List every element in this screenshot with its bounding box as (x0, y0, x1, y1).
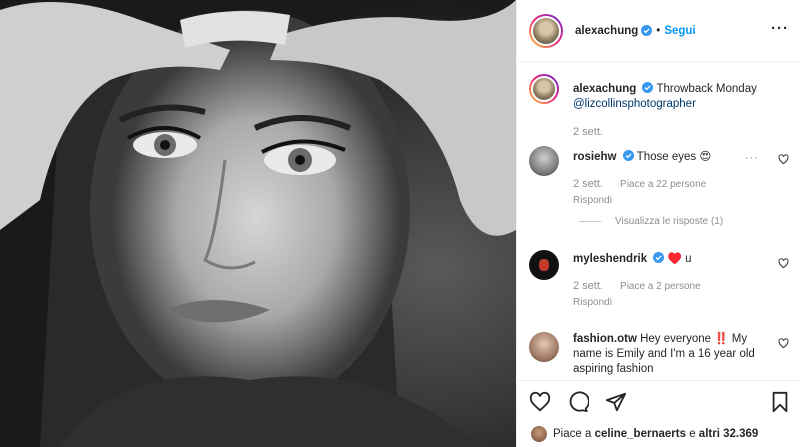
comment-text: fashion.otw Hey everyone ‼️ My name is E… (573, 332, 769, 377)
caption-time: 2 sett. (573, 126, 603, 138)
post-side-panel: alexachung • Segui ··· alexachung Throwb… (516, 0, 800, 447)
verified-badge-icon (642, 82, 654, 93)
caption-mention-link[interactable]: @lizcollinsphotographer (573, 98, 696, 110)
verified-badge-icon (622, 150, 634, 161)
comment-more-icon[interactable]: ··· (745, 152, 759, 164)
comment-icon[interactable] (567, 391, 589, 413)
comments-list[interactable]: alexachung Throwback Monday @lizcollinsp… (517, 62, 800, 380)
comment-text: rosiehw Those eyes 😍 (573, 150, 773, 165)
heart-icon[interactable] (778, 154, 789, 165)
liker-avatar[interactable] (531, 425, 547, 442)
verified-badge-icon (641, 25, 653, 36)
bookmark-icon[interactable] (769, 391, 791, 413)
reply-button[interactable]: Rispondi (573, 297, 612, 308)
comment-meta: 2 sett. Piace a 22 persone (573, 178, 720, 190)
caption-body: Throwback Monday (656, 83, 757, 95)
comment-meta: 2 sett. Piace a 2 persone (573, 280, 715, 292)
post-photo[interactable] (0, 0, 516, 447)
commenter-username[interactable]: myleshendrik (573, 253, 647, 265)
view-replies-label: Visualizza le risposte (1) (615, 216, 724, 227)
comment-item: rosiehw Those eyes 😍 ··· 2 sett. Piace a… (529, 146, 789, 236)
comment-body: Those eyes 😍 (636, 151, 712, 163)
likes-conjunction: e (689, 427, 696, 440)
likes-prefix: Piace a (553, 427, 592, 440)
likes-summary: Piace a celine_bernaerts e altri 32.369 (517, 420, 800, 447)
commenter-avatar[interactable] (529, 250, 559, 280)
heart-icon[interactable] (778, 338, 789, 349)
likes-count[interactable]: altri 32.369 (699, 428, 758, 440)
author-avatar[interactable] (529, 13, 563, 48)
verified-badge-icon (653, 252, 665, 263)
reply-button[interactable]: Rispondi (573, 195, 612, 206)
view-replies-button[interactable]: Visualizza le risposte (1) (579, 216, 723, 227)
comment-likes[interactable]: Piace a 2 persone (620, 281, 701, 292)
comment-body: ♥️ u (667, 253, 692, 265)
separator-dot: • (656, 24, 661, 37)
post-header: alexachung • Segui ··· (517, 0, 800, 62)
comment-time: 2 sett. (573, 178, 603, 190)
comment-item: fashion.otw Hey everyone ‼️ My name is E… (529, 330, 789, 380)
commenter-avatar[interactable] (529, 146, 559, 176)
caption-username[interactable]: alexachung (573, 83, 636, 95)
portrait-image (0, 0, 516, 447)
caption-avatar[interactable] (529, 74, 559, 104)
commenter-username[interactable]: rosiehw (573, 151, 616, 163)
commenter-username[interactable]: fashion.otw (573, 333, 637, 345)
caption: alexachung Throwback Monday @lizcollinsp… (529, 74, 789, 138)
comment-likes[interactable]: Piace a 22 persone (620, 179, 706, 190)
heart-icon[interactable] (529, 391, 551, 413)
comment-text: myleshendrik ♥️ u (573, 252, 773, 267)
author-username[interactable]: alexachung (575, 25, 638, 37)
commenter-avatar[interactable] (529, 332, 559, 362)
share-icon[interactable] (605, 391, 627, 413)
divider-line (579, 221, 601, 222)
liker-username[interactable]: celine_bernaerts (595, 428, 686, 440)
comment-item: myleshendrik ♥️ u 2 sett. Piace a 2 pers… (529, 248, 789, 318)
action-bar (517, 380, 800, 420)
caption-text: alexachung Throwback Monday @lizcollinsp… (573, 82, 788, 112)
follow-button[interactable]: Segui (664, 25, 695, 37)
comment-time: 2 sett. (573, 280, 603, 292)
heart-icon[interactable] (778, 258, 789, 269)
more-options-icon[interactable]: ··· (771, 21, 789, 36)
